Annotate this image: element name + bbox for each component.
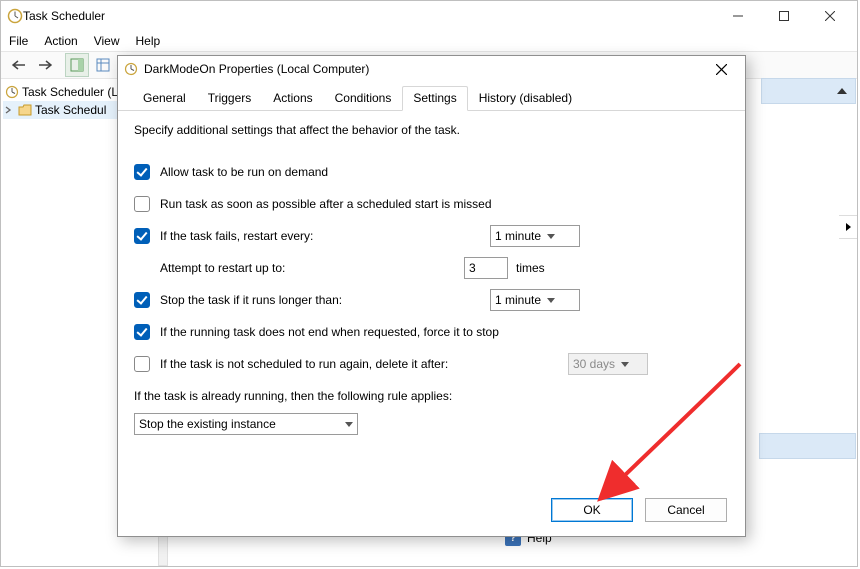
chevron-down-icon — [621, 362, 629, 367]
dropdown-running-rule-value: Stop the existing instance — [139, 417, 339, 431]
label-already-running: If the task is already running, then the… — [134, 389, 729, 403]
dialog-titlebar: DarkModeOn Properties (Local Computer) — [118, 56, 745, 82]
checkbox-delete-after[interactable] — [134, 356, 150, 372]
dropdown-running-rule[interactable]: Stop the existing instance — [134, 413, 358, 435]
menu-help[interactable]: Help — [136, 34, 161, 48]
window-titlebar: Task Scheduler — [1, 1, 857, 31]
task-properties-dialog: DarkModeOn Properties (Local Computer) G… — [117, 55, 746, 537]
dialog-settings-panel: Specify additional settings that affect … — [118, 111, 745, 445]
toolbar-back-button[interactable] — [7, 53, 31, 77]
chevron-down-icon — [547, 298, 555, 303]
window-minimize-button[interactable] — [715, 2, 761, 30]
label-force-stop: If the running task does not end when re… — [160, 325, 499, 339]
option-stop-if-longer: Stop the task if it runs longer than: 1 … — [134, 289, 729, 311]
dropdown-restart-interval-value: 1 minute — [495, 229, 541, 243]
dialog-close-button[interactable] — [701, 57, 741, 81]
tab-triggers[interactable]: Triggers — [197, 86, 263, 110]
actions-pane-collapse[interactable] — [761, 78, 856, 104]
option-allow-on-demand: Allow task to be run on demand — [134, 161, 729, 183]
option-force-stop: If the running task does not end when re… — [134, 321, 729, 343]
option-restart-if-fail: If the task fails, restart every: 1 minu… — [134, 225, 729, 247]
menu-file[interactable]: File — [9, 34, 28, 48]
checkbox-allow-on-demand[interactable] — [134, 164, 150, 180]
actions-pane-section-header — [759, 433, 856, 459]
tab-general[interactable]: General — [132, 86, 197, 110]
task-scheduler-small-icon — [124, 62, 138, 76]
tab-history[interactable]: History (disabled) — [468, 86, 583, 110]
label-attempt-suffix: times — [516, 261, 545, 275]
tab-conditions[interactable]: Conditions — [324, 86, 403, 110]
dropdown-delete-after-value: 30 days — [573, 357, 615, 371]
menu-view[interactable]: View — [94, 34, 120, 48]
option-run-asap: Run task as soon as possible after a sch… — [134, 193, 729, 215]
triangle-up-icon — [837, 88, 847, 94]
collapse-caret-icon[interactable] — [5, 106, 15, 114]
chevron-down-icon — [345, 422, 353, 427]
dropdown-delete-after: 30 days — [568, 353, 648, 375]
toolbar-columns-button[interactable] — [91, 53, 115, 77]
menu-action[interactable]: Action — [44, 34, 77, 48]
task-scheduler-small-icon — [5, 85, 19, 99]
menubar: File Action View Help — [1, 31, 857, 51]
ok-button[interactable]: OK — [551, 498, 633, 522]
dropdown-restart-interval[interactable]: 1 minute — [490, 225, 580, 247]
window-controls — [715, 2, 853, 30]
dialog-button-bar: OK Cancel — [551, 498, 727, 522]
dropdown-stop-after-value: 1 minute — [495, 293, 541, 307]
checkbox-force-stop[interactable] — [134, 324, 150, 340]
label-stop-if-longer: Stop the task if it runs longer than: — [160, 293, 480, 307]
splitter-handle[interactable] — [158, 536, 168, 566]
dialog-title: DarkModeOn Properties (Local Computer) — [144, 62, 369, 76]
tree-root-label: Task Scheduler (L — [22, 85, 118, 99]
actions-pane-header — [761, 78, 856, 104]
option-attempt-count: Attempt to restart up to: times — [134, 257, 729, 279]
toolbar-action-pane-button[interactable] — [65, 53, 89, 77]
toolbar-forward-button[interactable] — [33, 53, 57, 77]
folder-icon — [18, 104, 32, 116]
option-delete-after: If the task is not scheduled to run agai… — [134, 353, 729, 375]
label-run-asap: Run task as soon as possible after a sch… — [160, 197, 492, 211]
window-close-button[interactable] — [807, 2, 853, 30]
label-restart-if-fail: If the task fails, restart every: — [160, 229, 480, 243]
checkbox-restart-if-fail[interactable] — [134, 228, 150, 244]
task-scheduler-window: Task Scheduler File Action View Help ? — [0, 0, 858, 567]
tab-actions[interactable]: Actions — [262, 86, 323, 110]
tree-child-label: Task Schedul — [35, 103, 106, 117]
checkbox-run-asap[interactable] — [134, 196, 150, 212]
settings-intro-text: Specify additional settings that affect … — [134, 123, 729, 137]
dialog-tabs: General Triggers Actions Conditions Sett… — [118, 82, 745, 111]
input-attempt-count[interactable] — [464, 257, 508, 279]
label-allow-on-demand: Allow task to be run on demand — [160, 165, 328, 179]
task-scheduler-app-icon — [7, 8, 23, 24]
chevron-down-icon — [547, 234, 555, 239]
window-title: Task Scheduler — [23, 9, 105, 23]
actions-pane-scroll[interactable] — [839, 215, 857, 239]
dropdown-stop-after[interactable]: 1 minute — [490, 289, 580, 311]
cancel-button[interactable]: Cancel — [645, 498, 727, 522]
checkbox-stop-if-longer[interactable] — [134, 292, 150, 308]
label-delete-after: If the task is not scheduled to run agai… — [160, 357, 558, 371]
label-attempt: Attempt to restart up to: — [160, 261, 454, 275]
triangle-right-icon — [846, 223, 851, 231]
tab-settings[interactable]: Settings — [402, 86, 467, 111]
window-maximize-button[interactable] — [761, 2, 807, 30]
